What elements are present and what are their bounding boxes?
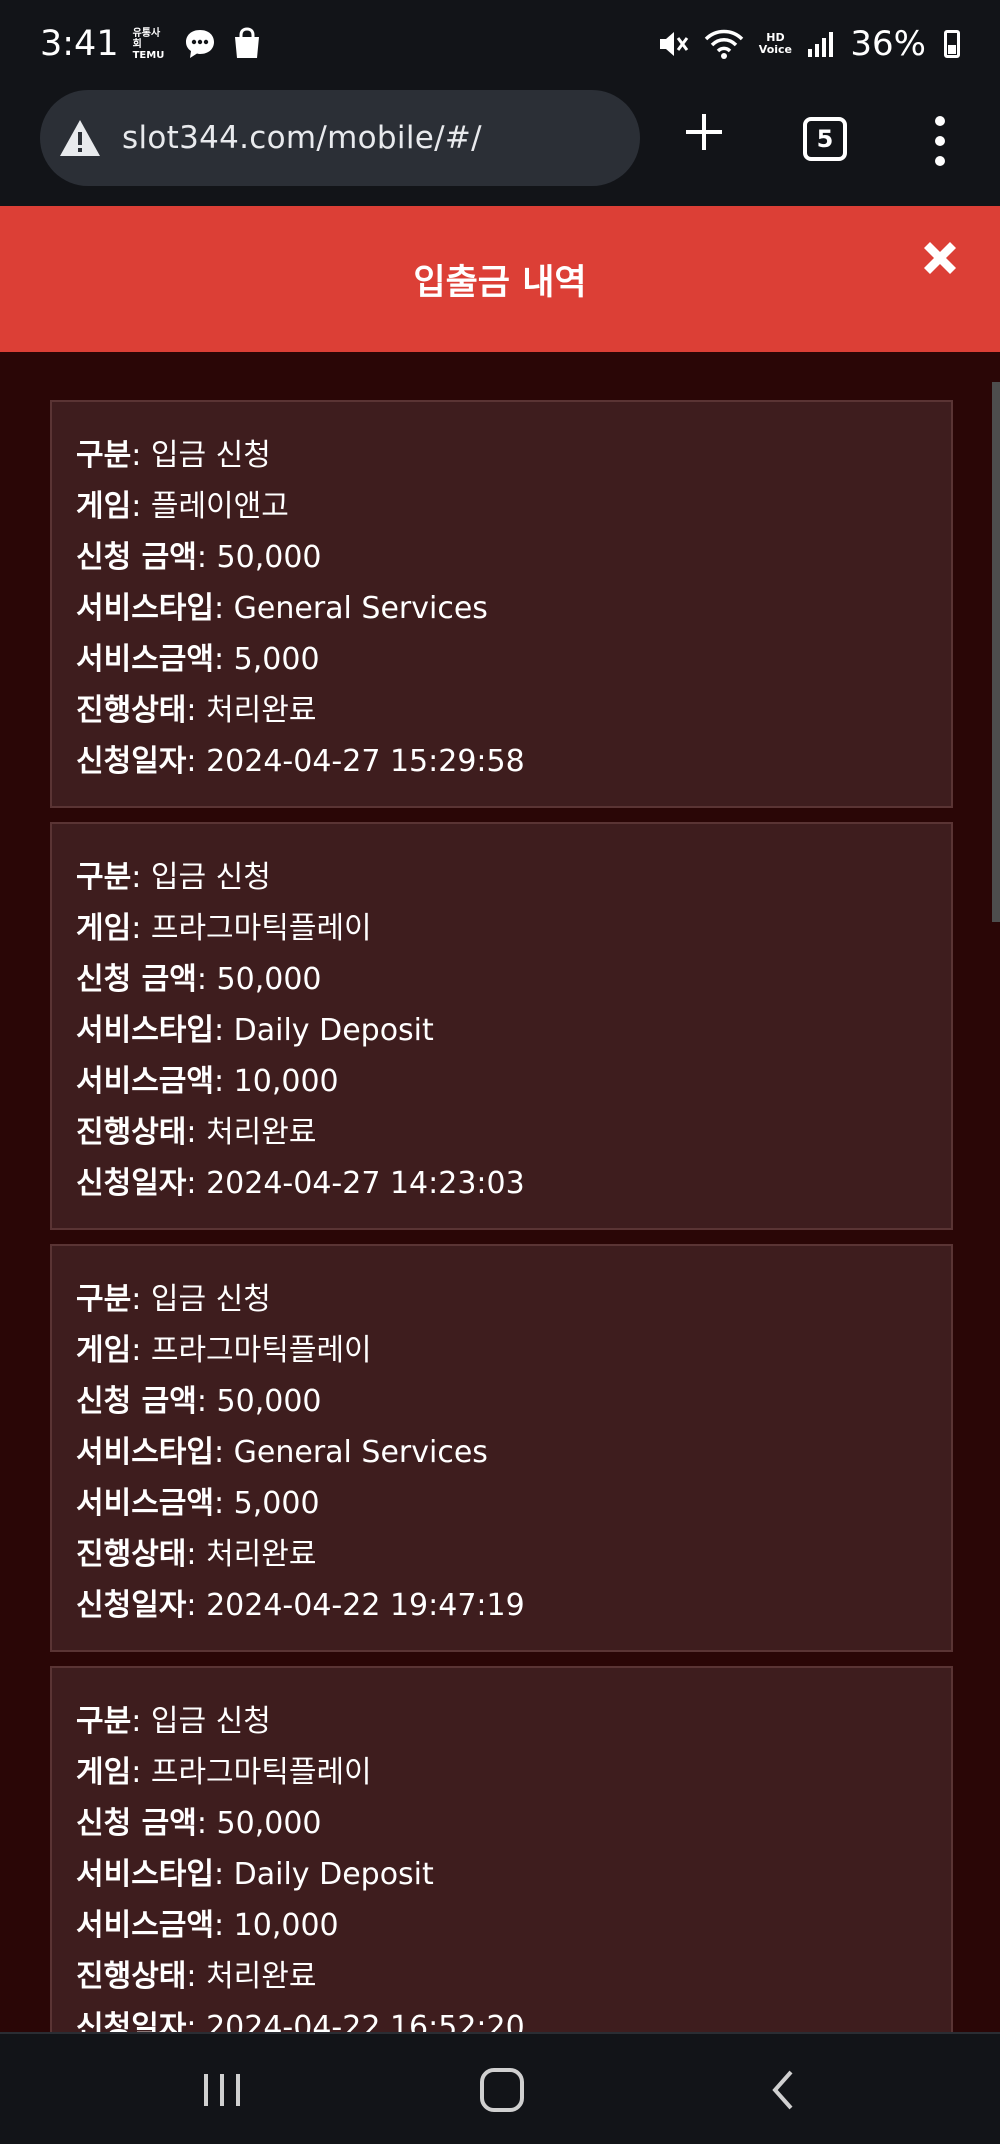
status-bar: 3:41 유통사회 TEMU HD Voice 36% <box>0 0 1000 88</box>
tab-count: 5 <box>816 125 834 153</box>
warning-icon[interactable] <box>58 116 102 160</box>
recent-apps-icon[interactable] <box>200 2070 244 2110</box>
system-nav-bar <box>0 2032 1000 2144</box>
field-service-amount: 서비스금액: 10,000 <box>76 1064 339 1099</box>
modal-title: 입출금 내역 <box>413 262 587 303</box>
tab-switcher-button[interactable]: 5 <box>803 117 847 161</box>
field-status: 진행상태: 처리완료 <box>76 693 317 728</box>
mute-icon <box>660 32 689 56</box>
field-service-type: 서비스타입: General Services <box>76 591 488 626</box>
field-service-type: 서비스타입: Daily Deposit <box>76 1857 434 1892</box>
field-status: 진행상태: 처리완료 <box>76 1115 317 1150</box>
field-type: 구분: 입금 신청 <box>76 860 271 895</box>
field-type: 구분: 입금 신청 <box>76 438 271 473</box>
signal-icon <box>808 32 834 57</box>
browser-toolbar: slot344.com/mobile/#/ 5 <box>0 88 1000 206</box>
transaction-card: 구분: 입금 신청 게임: 프라그마틱플레이 신청 금액: 50,000 서비스… <box>50 1244 953 1652</box>
field-date: 신청일자: 2024-04-22 16:52:20 <box>76 2010 525 2032</box>
wifi-icon <box>705 29 744 59</box>
transaction-list[interactable]: 구분: 입금 신청 게임: 플레이앤고 신청 금액: 50,000 서비스타입:… <box>0 352 1000 2032</box>
field-service-amount: 서비스금액: 5,000 <box>76 1486 320 1521</box>
field-date: 신청일자: 2024-04-27 14:23:03 <box>76 1166 525 1201</box>
shopping-bag-icon <box>234 27 259 58</box>
close-icon[interactable] <box>916 234 964 282</box>
back-icon[interactable] <box>765 2066 801 2114</box>
temu-notification-icon: 유통사회 TEMU <box>132 27 165 61</box>
address-bar[interactable]: slot344.com/mobile/#/ <box>40 90 640 186</box>
status-time: 3:41 <box>40 24 119 64</box>
field-date: 신청일자: 2024-04-22 19:47:19 <box>76 1588 525 1623</box>
home-icon[interactable] <box>480 2068 524 2112</box>
scrollbar-thumb[interactable] <box>992 382 1000 922</box>
field-amount: 신청 금액: 50,000 <box>76 962 322 997</box>
field-status: 진행상태: 처리완료 <box>76 1537 317 1572</box>
modal-header: 입출금 내역 <box>0 206 1000 352</box>
battery-percent: 36% <box>850 24 926 64</box>
field-game: 게임: 프라그마틱플레이 <box>76 911 372 946</box>
new-tab-plus-icon[interactable] <box>680 108 728 156</box>
transaction-card: 구분: 입금 신청 게임: 프라그마틱플레이 신청 금액: 50,000 서비스… <box>50 822 953 1230</box>
field-status: 진행상태: 처리완료 <box>76 1959 317 1994</box>
hd-voice-icon: HD Voice <box>758 31 793 56</box>
url-text[interactable]: slot344.com/mobile/#/ <box>122 120 482 156</box>
field-date: 신청일자: 2024-04-27 15:29:58 <box>76 744 525 779</box>
transaction-card: 구분: 입금 신청 게임: 프라그마틱플레이 신청 금액: 50,000 서비스… <box>50 1666 953 2032</box>
field-service-type: 서비스타입: Daily Deposit <box>76 1013 434 1048</box>
more-menu-icon[interactable] <box>930 116 950 166</box>
field-service-amount: 서비스금액: 5,000 <box>76 642 320 677</box>
field-service-type: 서비스타입: General Services <box>76 1435 488 1470</box>
field-amount: 신청 금액: 50,000 <box>76 1806 322 1841</box>
field-amount: 신청 금액: 50,000 <box>76 1384 322 1419</box>
field-game: 게임: 프라그마틱플레이 <box>76 1333 372 1368</box>
transaction-card: 구분: 입금 신청 게임: 플레이앤고 신청 금액: 50,000 서비스타입:… <box>50 400 953 808</box>
field-amount: 신청 금액: 50,000 <box>76 540 322 575</box>
field-service-amount: 서비스금액: 10,000 <box>76 1908 339 1943</box>
field-type: 구분: 입금 신청 <box>76 1704 271 1739</box>
field-game: 게임: 플레이앤고 <box>76 489 289 524</box>
message-icon <box>185 30 214 58</box>
field-game: 게임: 프라그마틱플레이 <box>76 1755 372 1790</box>
battery-icon <box>944 30 960 58</box>
field-type: 구분: 입금 신청 <box>76 1282 271 1317</box>
